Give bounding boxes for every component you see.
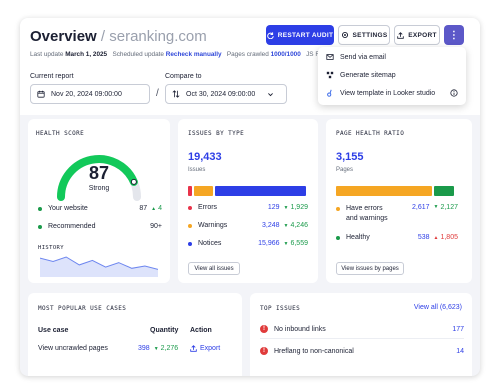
issue-row-errors[interactable]: Errors 129 ▼ 1,929 [188,204,308,211]
export-button[interactable]: EXPORT [394,25,440,45]
down-arrow-icon: ▼ [153,345,159,352]
sitemap-icon [326,71,334,79]
up-arrow-icon: ▲ [151,205,157,212]
current-report-label: Current report [30,73,74,80]
bar-segment [214,186,306,196]
pages-total[interactable]: 3,155 [336,151,364,163]
issues-title: ISSUES BY TYPE [188,130,245,137]
page-row-healthy[interactable]: Healthy 538 ▲ 1,805 [336,234,458,241]
upload-icon [190,345,197,352]
health-status: Strong [88,185,110,192]
view-all-issues-button[interactable]: View all issues [188,262,240,275]
issues-total[interactable]: 19,433 [188,151,222,163]
current-report-select[interactable]: Nov 20, 2024 09:00:00 [30,84,150,104]
health-score-value: 87 [88,163,110,183]
use-cases-title: MOST POPULAR USE CASES [38,305,127,312]
use-cases-card: MOST POPULAR USE CASES Use case Quantity… [28,293,242,376]
restart-icon [266,31,274,39]
divider [260,338,464,339]
warnings-dot [188,223,192,228]
down-arrow-icon: ▼ [283,222,289,229]
col-action: Action [190,327,212,334]
health-score-title: HEALTH SCORE [36,130,85,137]
menu-item-generate-sitemap[interactable]: Generate sitemap [326,71,396,79]
project-domain: / seranking.com [100,28,207,45]
top-issue-row[interactable]: ! No inbound links 177 [260,325,464,333]
issues-by-type-card: ISSUES BY TYPE 19,433 Issues Errors 129 … [178,119,318,283]
history-sparkline [40,256,158,277]
upload-icon [397,31,404,39]
header: Overview / seranking.com Last update Mar… [20,18,480,115]
top-issues-title: TOP ISSUES [260,305,301,312]
compare-to-label: Compare to [165,73,202,80]
top-issue-row[interactable]: ! Hreflang to non-canonical 14 [260,347,464,355]
health-recommended-row: Recommended 90+ [38,223,162,230]
page-health-title: PAGE HEALTH RATIO [336,130,405,137]
issue-row-notices[interactable]: Notices 15,966 ▼ 6,559 [188,240,308,247]
looker-studio-icon [327,89,332,97]
compare-to-select[interactable]: Oct 30, 2024 09:00:00 [165,84,287,104]
compare-separator: / [156,88,159,99]
more-options-button[interactable]: ⋮ [444,25,464,45]
down-arrow-icon: ▼ [283,240,289,247]
page-row-errors-warnings[interactable]: Have errors and warnings 2,617 ▼ 2,127 [336,204,458,224]
menu-item-send-email[interactable]: Send via email [326,53,386,61]
col-quantity: Quantity [150,327,179,334]
notices-dot [188,241,192,246]
history-label: HISTORY [38,245,64,251]
bar-segment [188,186,193,196]
settings-button[interactable]: SETTINGS [338,25,390,45]
kebab-icon: ⋮ [448,29,460,41]
errors-warnings-dot [336,207,340,211]
page-title: Overview / seranking.com [30,28,207,45]
top-issues-card: TOP ISSUES View all (6,623) ! No inbound… [250,293,472,376]
bar-segment [434,186,454,196]
down-arrow-icon: ▼ [283,204,289,211]
audit-meta: Last update March 1, 2025 Scheduled upda… [30,51,320,58]
errors-dot [188,205,192,210]
pages-stacked-bar [336,186,454,196]
error-icon: ! [260,347,268,355]
info-icon [450,89,458,97]
use-case-quantity: 398 ▼ 2,276 [138,345,179,352]
mail-icon [326,54,334,60]
chevron-down-icon [268,92,274,96]
use-case-export-button[interactable]: Export [190,345,220,352]
use-case-label: View uncrawled pages [38,345,108,352]
recommended-dot [38,224,42,229]
calendar-icon [37,90,45,98]
up-arrow-icon: ▲ [433,234,439,241]
restart-audit-button[interactable]: RESTART AUDIT [266,25,334,45]
issue-row-warnings[interactable]: Warnings 3,248 ▼ 4,246 [188,222,308,229]
bar-segment [336,186,433,196]
view-issues-by-pages-button[interactable]: View issues by pages [336,262,404,275]
menu-item-looker-studio[interactable]: View template in Looker studio [326,89,458,97]
recheck-link[interactable]: Recheck manually [166,51,222,58]
issues-stacked-bar [188,186,306,196]
health-website-row: Your website 87 ▲ 4 [38,205,162,212]
last-update-value: March 1, 2025 [65,51,108,58]
view-all-top-issues-link[interactable]: View all (6,623) [414,304,462,311]
gear-icon [341,31,348,39]
pages-subtitle: Pages [336,167,354,173]
col-use-case: Use case [38,327,69,334]
error-icon: ! [260,325,268,333]
app-window: Overview / seranking.com Last update Mar… [20,18,480,376]
bar-segment [194,186,213,196]
page-health-card: PAGE HEALTH RATIO 3,155 Pages Have error… [326,119,472,283]
pages-crawled-value[interactable]: 1000/1000 [271,51,301,58]
healthy-dot [336,235,340,240]
issues-subtitle: Issues [188,167,206,173]
down-arrow-icon: ▼ [433,204,439,210]
website-dot [38,206,42,211]
compare-arrows-icon [172,90,180,98]
health-score-card: HEALTH SCORE 87 Strong Your website 87 ▲… [28,119,170,283]
more-options-menu: Send via email Generate sitemap View tem… [318,47,466,105]
